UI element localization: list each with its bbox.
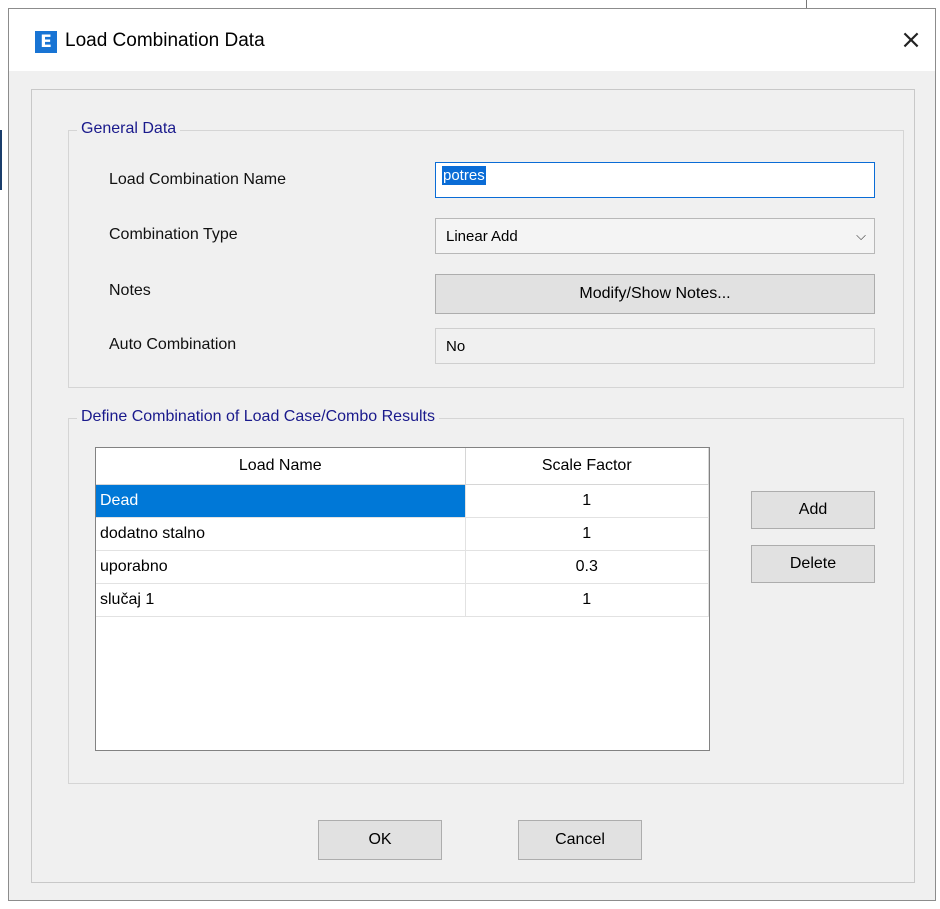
scale-factor-cell[interactable]: 0.3 [465,550,709,584]
load-combination-name-value: potres [442,166,486,185]
general-data-legend: General Data [77,120,181,138]
scale-factor-cell[interactable]: 1 [465,484,709,518]
combination-type-label: Combination Type [109,226,238,243]
load-combination-name-input[interactable]: potres [435,162,875,198]
background-window-edge [0,130,2,190]
notes-label: Notes [109,282,151,299]
load-name-cell[interactable]: slučaj 1 [96,583,466,617]
load-combination-dialog: E Load Combination Data × General Data L… [8,8,936,901]
table-row[interactable]: uporabno 0.3 [96,550,709,584]
modify-show-notes-button[interactable]: Modify/Show Notes... [435,274,875,314]
cancel-button[interactable]: Cancel [518,820,642,860]
general-data-group: General Data Load Combination Name potre… [68,120,904,388]
load-name-cell[interactable]: Dead [96,484,466,518]
title-bar: E Load Combination Data × [9,9,935,71]
table-row[interactable]: dodatno stalno 1 [96,517,709,551]
background-strip [0,0,940,8]
load-name-cell[interactable]: dodatno stalno [96,517,466,551]
auto-combination-value: No [435,328,875,364]
column-header-load-name: Load Name [96,448,466,485]
scale-factor-cell[interactable]: 1 [465,517,709,551]
table-row[interactable]: slučaj 1 1 [96,583,709,617]
background-divider [806,0,807,8]
combination-type-select[interactable]: Linear Add ⌵ [435,218,875,254]
auto-combination-label: Auto Combination [109,336,237,353]
close-icon[interactable]: × [887,9,935,71]
add-button[interactable]: Add [751,491,875,529]
load-name-cell[interactable]: uporabno [96,550,466,584]
define-combination-group: Define Combination of Load Case/Combo Re… [68,408,904,784]
combination-type-value: Linear Add [446,227,518,245]
table-row[interactable]: Dead 1 [96,484,709,518]
column-header-scale-factor: Scale Factor [465,448,709,485]
load-combination-name-label: Load Combination Name [109,171,286,188]
table-header-row: Load Name Scale Factor [96,448,709,485]
load-case-table: Load Name Scale Factor Dead 1 dodatno st… [96,448,709,617]
load-case-grid[interactable]: Load Name Scale Factor Dead 1 dodatno st… [95,447,710,751]
etabs-app-icon: E [35,31,57,53]
ok-button[interactable]: OK [318,820,442,860]
scale-factor-cell[interactable]: 1 [465,583,709,617]
define-combination-legend: Define Combination of Load Case/Combo Re… [77,408,439,426]
chevron-down-icon: ⌵ [856,229,866,244]
dialog-body: General Data Load Combination Name potre… [31,89,915,883]
delete-button[interactable]: Delete [751,545,875,583]
window-title: Load Combination Data [65,30,265,51]
